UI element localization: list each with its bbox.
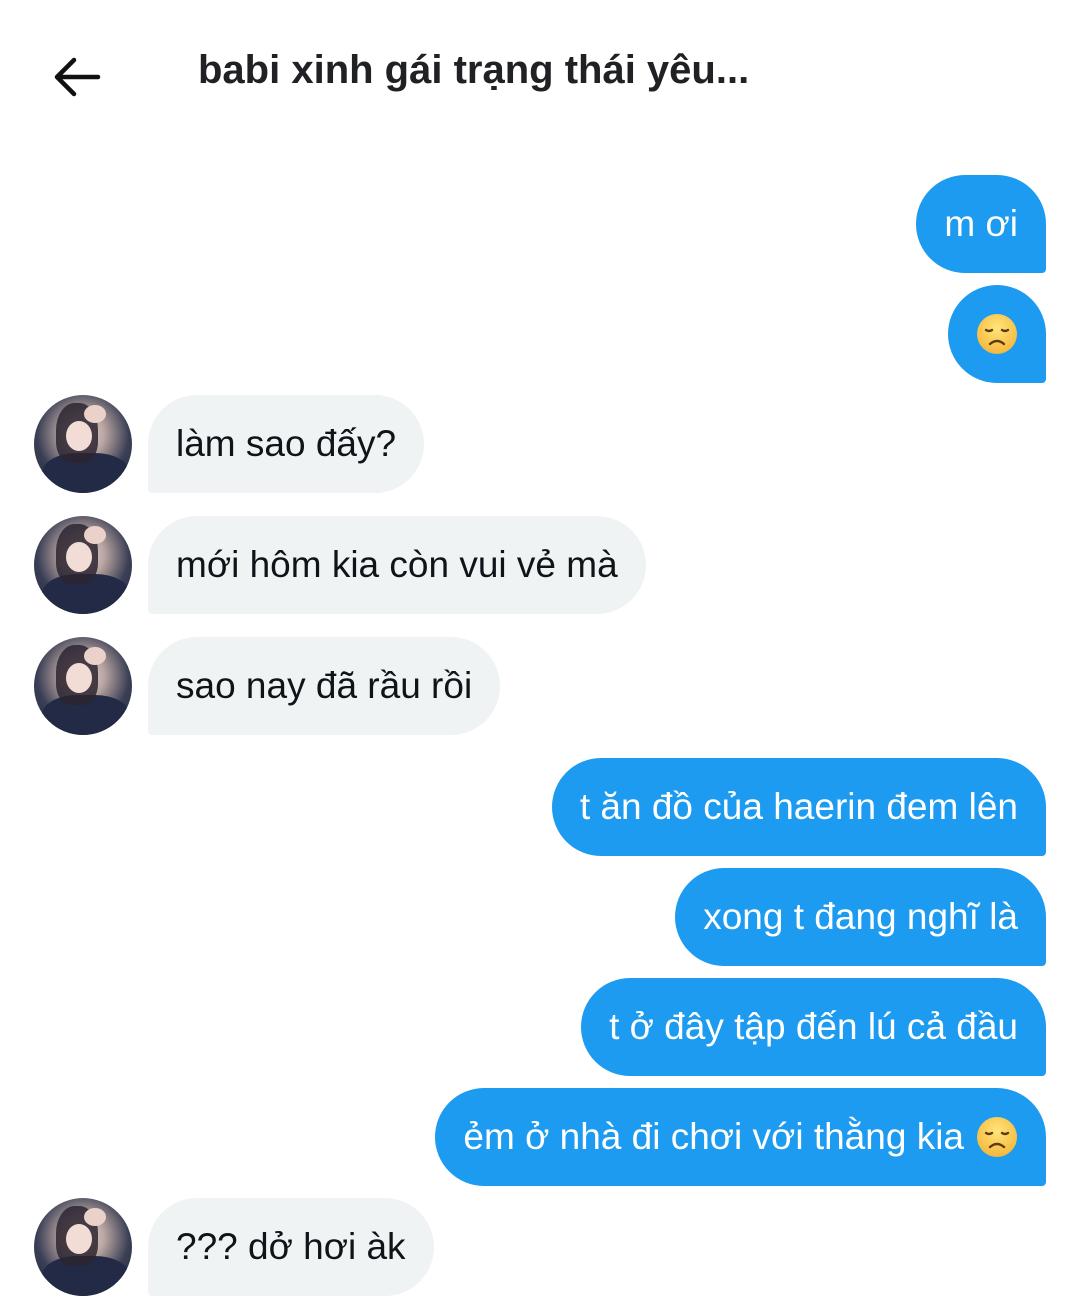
message-bubble-outgoing[interactable]: xong t đang nghĩ là [675,868,1046,966]
message-text: ??? dở hơi àk [176,1226,406,1267]
message-bubble-outgoing[interactable]: t ăn đồ của haerin đem lên [551,758,1046,856]
message-text: ẻm ở nhà đi chơi với thằng kia [463,1116,964,1157]
message-bubble-outgoing[interactable]: ẻm ở nhà đi chơi với thằng kia [435,1088,1046,1186]
conversation-title[interactable]: babi xinh gái trạng thái yêu... [198,48,749,93]
message-bubble-incoming[interactable]: mới hôm kia còn vui vẻ mà [148,516,646,614]
disappointed-face-emoji [976,313,1018,355]
message-text: làm sao đấy? [176,423,397,464]
back-button[interactable] [46,46,108,108]
message-text: t ở đây tập đến lú cả đầu [609,1006,1018,1047]
message-text: xong t đang nghĩ là [703,896,1018,937]
message-text: m ơi [944,203,1018,244]
message-text: sao nay đã rầu rồi [176,665,473,706]
message-bubble-incoming[interactable]: sao nay đã rầu rồi [148,637,501,735]
disappointed-face-emoji [976,1116,1018,1158]
message-bubble-incoming[interactable]: ??? dở hơi àk [148,1198,434,1296]
conversation-header: babi xinh gái trạng thái yêu... [0,0,1080,150]
avatar[interactable] [34,1198,132,1296]
arrow-left-icon [54,57,101,97]
message-bubble-outgoing[interactable]: t ở đây tập đến lú cả đầu [581,978,1046,1076]
avatar[interactable] [34,637,132,735]
message-text: mới hôm kia còn vui vẻ mà [176,544,618,585]
message-bubble-outgoing[interactable]: m ơi [916,175,1046,273]
avatar[interactable] [34,395,132,493]
message-bubble-outgoing[interactable] [948,285,1046,383]
message-bubble-incoming[interactable]: làm sao đấy? [148,395,425,493]
avatar[interactable] [34,516,132,614]
message-text: t ăn đồ của haerin đem lên [579,786,1018,827]
